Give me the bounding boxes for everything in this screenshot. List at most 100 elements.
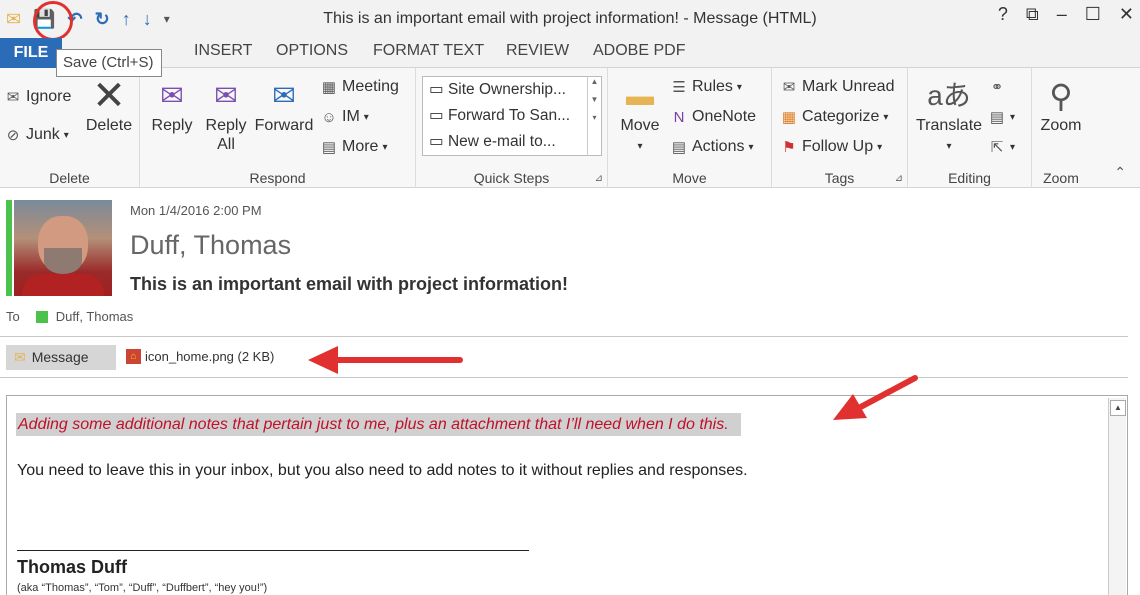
move-button[interactable]: ▬ Move ▾	[616, 76, 664, 156]
im-icon: ☺	[321, 108, 337, 126]
close-button[interactable]: ✕	[1119, 4, 1134, 25]
onenote-button[interactable]: N OneNote	[670, 108, 756, 126]
ribbon-tabs: FILE INSERT OPTIONS FORMAT TEXT REVIEW A…	[0, 38, 1140, 68]
quick-step-item[interactable]: ▭ Forward To San...	[423, 103, 601, 129]
tags-launcher-icon[interactable]: ⊿	[895, 173, 903, 184]
forward-button[interactable]: ✉ Forward	[254, 76, 314, 135]
title-bar: ✉ 💾 ↶ ↻ ↑ ↓ ▾ This is an important email…	[0, 0, 1140, 38]
forward-icon: ✉	[272, 80, 296, 111]
divider	[0, 336, 1128, 337]
tab-file[interactable]: FILE	[0, 38, 62, 68]
maximize-button[interactable]: ☐	[1085, 4, 1101, 25]
quick-step-item[interactable]: ▭ New e-mail to...	[423, 129, 601, 155]
onenote-icon: N	[673, 108, 685, 126]
zoom-button[interactable]: ⚲ Zoom	[1036, 76, 1086, 135]
ribbon-display-button[interactable]: ⧉	[1026, 4, 1039, 25]
tab-format-text[interactable]: FORMAT TEXT	[373, 42, 484, 60]
window-controls: ? ⧉ – ☐ ✕	[998, 4, 1134, 25]
help-button[interactable]: ?	[998, 4, 1008, 25]
move-group-label: Move	[672, 170, 707, 186]
categorize-button[interactable]: ▦ Categorize ▾	[780, 108, 889, 126]
save-highlight-circle	[33, 1, 73, 41]
magnifier-icon: ⚲	[1049, 78, 1073, 114]
follow-up-button[interactable]: ⚑ Follow Up ▾	[780, 138, 882, 156]
body-paragraph: You need to leave this in your inbox, bu…	[17, 462, 748, 479]
signature-name: Thomas Duff	[17, 557, 127, 577]
meeting-icon: ▦	[321, 79, 337, 96]
zoom-group-label: Zoom	[1043, 170, 1079, 186]
scroll-up-icon[interactable]: ▲	[1110, 400, 1126, 416]
recipient-name[interactable]: Duff, Thomas	[56, 309, 134, 324]
annotation-arrow	[833, 375, 918, 420]
recipients-row: To Duff, Thomas	[6, 309, 133, 324]
window-title: This is an important email with project …	[323, 10, 817, 27]
rules-icon: ☰	[672, 79, 686, 96]
reply-button[interactable]: ✉ Reply	[148, 76, 196, 135]
respond-group-label: Respond	[249, 170, 306, 186]
rules-button[interactable]: ☰ Rules ▾	[670, 78, 742, 96]
envelope-icon: ✉	[14, 349, 26, 365]
mark-unread-icon: ✉	[782, 79, 796, 96]
message-attachment-tab[interactable]: ✉ Message	[6, 345, 116, 370]
message-date: Mon 1/4/2016 2:00 PM	[130, 203, 262, 218]
quick-step-item[interactable]: ▭ Site Ownership...	[423, 77, 601, 103]
actions-icon: ▤	[671, 139, 687, 156]
actions-button[interactable]: ▤ Actions ▾	[670, 138, 754, 156]
delete-group-label: Delete	[49, 170, 90, 186]
junk-icon: ⊘	[6, 127, 20, 144]
save-tooltip: Save (Ctrl+S)	[56, 49, 162, 77]
presence-indicator	[6, 200, 12, 296]
tab-insert[interactable]: INSERT	[194, 42, 252, 60]
categorize-icon: ▦	[781, 109, 797, 126]
editing-group-label: Editing	[948, 170, 991, 186]
image-file-icon: ⌂	[126, 349, 141, 364]
delete-group: ✉ Ignore ⊘ Junk ▾ ✕ Delete Delete	[0, 68, 140, 188]
body-scrollbar[interactable]: ▲	[1108, 398, 1126, 595]
reply-all-button[interactable]: ✉ Reply All	[200, 76, 252, 154]
presence-icon	[35, 310, 48, 323]
select-button[interactable]: ⇱ ▾	[988, 138, 1015, 156]
mark-unread-button[interactable]: ✉ Mark Unread	[780, 78, 895, 96]
quick-steps-label: Quick Steps	[473, 170, 550, 186]
tags-group-label: Tags	[824, 170, 855, 186]
delete-icon: ✕	[92, 74, 126, 118]
editing-group: aあ Translate ▾ ⚭ ▤ ▾ ⇱ ▾ Editing	[908, 68, 1032, 188]
quick-steps-gallery: ▭ Site Ownership... ▭ Forward To San... …	[422, 76, 602, 156]
more-button[interactable]: ▤ More ▾	[320, 138, 388, 156]
more-icon: ▤	[321, 139, 337, 156]
zoom-group: ⚲ Zoom Zoom	[1032, 68, 1090, 188]
divider	[0, 377, 1128, 378]
attachment-file[interactable]: ⌂ icon_home.png (2 KB)	[126, 349, 274, 364]
folder-icon: ▬	[626, 80, 654, 111]
tab-adobe-pdf[interactable]: ADOBE PDF	[593, 42, 685, 60]
respond-group: ✉ Reply ✉ Reply All ✉ Forward ▦ Meeting …	[140, 68, 416, 188]
junk-button[interactable]: ⊘ Junk ▾	[4, 126, 69, 144]
tab-options[interactable]: OPTIONS	[276, 42, 348, 60]
message-subject: This is an important email with project …	[130, 274, 569, 294]
related-icon: ▤	[989, 109, 1005, 126]
translate-icon: aあ	[927, 80, 971, 111]
move-group: ▬ Move ▾ ☰ Rules ▾ N OneNote ▤ Actions ▾ Mo…	[608, 68, 772, 188]
quick-steps-launcher-icon[interactable]: ⊿	[595, 173, 603, 184]
flag-icon: ⚑	[782, 139, 796, 156]
ignore-button[interactable]: ✉ Ignore	[4, 88, 72, 106]
cursor-icon: ⇱	[990, 139, 1004, 156]
to-label: To	[6, 309, 20, 324]
signature-aka: (aka “Thomas”, “Tom”, “Duff”, “Duffbert”…	[17, 582, 268, 594]
ignore-icon: ✉	[6, 89, 20, 106]
avatar	[14, 200, 112, 296]
tab-review[interactable]: REVIEW	[506, 42, 569, 60]
personal-note: Adding some additional notes that pertai…	[16, 413, 741, 436]
translate-button[interactable]: aあ Translate ▾	[912, 76, 986, 156]
quick-steps-scroll[interactable]: ▲ ▼ ▾	[587, 77, 601, 155]
sender-name[interactable]: Duff, Thomas	[130, 230, 291, 261]
delete-button[interactable]: ✕ Delete	[84, 76, 134, 135]
collapse-ribbon-icon[interactable]: ⌃	[1114, 164, 1126, 181]
signature-divider	[17, 550, 529, 551]
minimize-button[interactable]: –	[1057, 4, 1067, 25]
im-button[interactable]: ☺ IM ▾	[320, 108, 368, 126]
related-button[interactable]: ▤ ▾	[988, 108, 1015, 126]
find-button[interactable]: ⚭	[988, 78, 1006, 96]
reply-all-icon: ✉	[214, 80, 238, 111]
meeting-button[interactable]: ▦ Meeting	[320, 78, 399, 96]
